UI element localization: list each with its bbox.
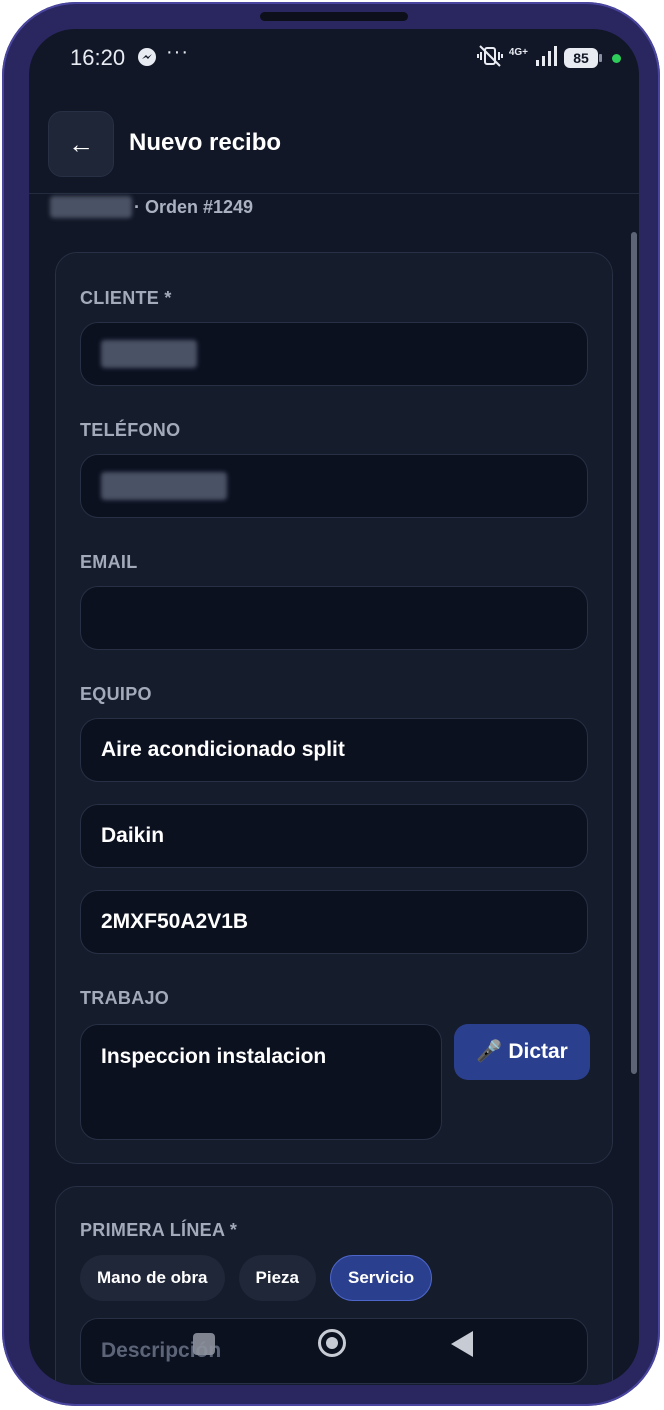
back-icon[interactable]	[451, 1331, 473, 1357]
phone-frame: 16:20 ··· 4G+ 85 ← Nuevo recibo · Orden …	[2, 2, 660, 1406]
home-icon[interactable]	[318, 1329, 346, 1357]
page-title: Nuevo recibo	[129, 129, 282, 156]
app-header: ← Nuevo recibo	[29, 109, 639, 194]
telefono-input[interactable]	[80, 454, 588, 518]
signal-icon	[534, 45, 558, 71]
messenger-icon	[137, 47, 157, 72]
line-type-chips: Mano de obra Pieza Servicio	[80, 1255, 433, 1301]
back-button[interactable]: ←	[48, 111, 114, 177]
trabajo-textarea[interactable]: Inspeccion instalacion	[80, 1024, 442, 1140]
equipo-tipo-input[interactable]: Aire acondicionado split	[80, 718, 588, 782]
status-bar: 16:20 ··· 4G+ 85	[29, 29, 639, 89]
redacted-phone-value	[101, 472, 227, 500]
privacy-indicator-icon	[612, 53, 621, 63]
vibrate-off-icon	[476, 44, 503, 72]
email-input[interactable]	[80, 586, 588, 650]
equipo-label: EQUIPO	[80, 684, 152, 704]
status-right: 4G+ 85	[476, 44, 621, 72]
battery-icon: 85	[564, 48, 602, 68]
chip-mano-de-obra[interactable]: Mano de obra	[80, 1255, 225, 1301]
email-label: EMAIL	[80, 552, 138, 572]
status-time: 16:20	[70, 45, 126, 70]
order-number: · Orden #1249	[134, 196, 254, 217]
network-label: 4G+	[508, 47, 528, 58]
redacted-customer-name	[50, 196, 132, 218]
equipo-modelo-input[interactable]: 2MXF50A2V1B	[80, 890, 588, 954]
client-card: CLIENTE * TELÉFONO EMAIL EQUIPO Aire aco…	[55, 252, 613, 1164]
dictate-label: Dictar	[508, 1040, 568, 1063]
scrollbar[interactable]	[631, 232, 637, 1074]
phone-speaker	[260, 12, 408, 21]
chip-pieza[interactable]: Pieza	[238, 1255, 316, 1301]
more-notifications-icon: ···	[166, 41, 189, 63]
cliente-input[interactable]	[80, 322, 588, 386]
subtitle: · Orden #1249	[50, 193, 253, 221]
microphone-icon: 🎤	[476, 1040, 503, 1063]
telefono-label: TELÉFONO	[80, 420, 181, 440]
screen: 16:20 ··· 4G+ 85 ← Nuevo recibo · Orden …	[29, 29, 639, 1385]
dictate-button[interactable]: 🎤 Dictar	[454, 1024, 590, 1080]
cliente-label: CLIENTE *	[80, 288, 172, 308]
equipo-marca-input[interactable]: Daikin	[80, 804, 588, 868]
trabajo-label: TRABAJO	[80, 988, 170, 1008]
chip-servicio[interactable]: Servicio	[330, 1255, 433, 1301]
redacted-client-value	[101, 340, 197, 368]
primera-linea-label: PRIMERA LÍNEA *	[80, 1220, 238, 1240]
system-nav-bar	[29, 1319, 639, 1369]
recents-icon[interactable]	[193, 1333, 215, 1355]
